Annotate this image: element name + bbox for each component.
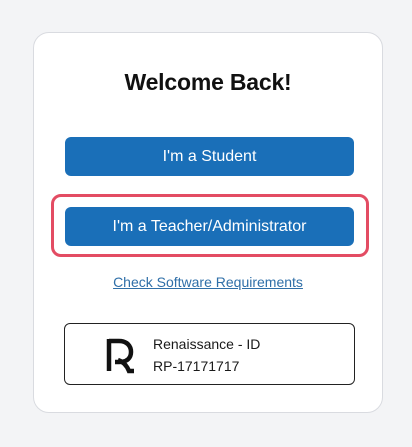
student-button[interactable]: I'm a Student	[65, 137, 354, 176]
renaissance-id-label: Renaissance - ID	[153, 336, 261, 352]
login-card: Welcome Back! I'm a Student I'm a Teache…	[33, 32, 383, 413]
page-title: Welcome Back!	[124, 69, 292, 95]
renaissance-id-box: Renaissance - ID RP-17171717	[64, 323, 355, 385]
check-software-requirements-link[interactable]: Check Software Requirements	[34, 274, 382, 290]
renaissance-r-icon	[106, 338, 134, 374]
teacher-administrator-button[interactable]: I'm a Teacher/Administrator	[65, 207, 354, 246]
renaissance-id-value: RP-17171717	[153, 358, 240, 374]
